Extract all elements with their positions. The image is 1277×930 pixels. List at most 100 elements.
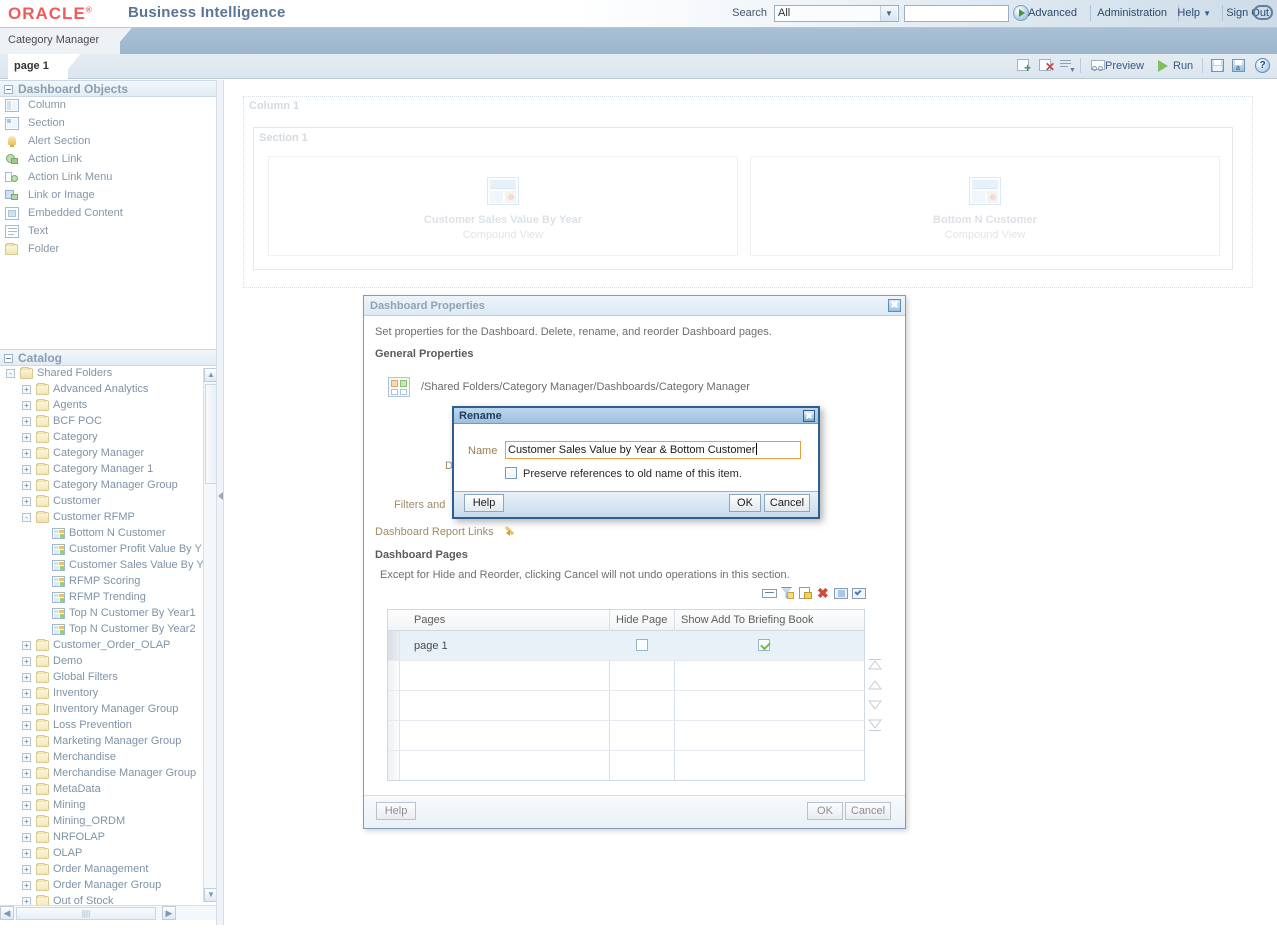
expand-icon[interactable]: + — [22, 385, 31, 394]
page-permissions-icon[interactable] — [798, 586, 813, 601]
help-button[interactable]: Help — [464, 494, 504, 512]
user-avatar-icon[interactable] — [1253, 5, 1273, 20]
name-input[interactable]: Customer Sales Value by Year & Bottom Cu… — [505, 441, 801, 459]
expand-icon[interactable]: + — [22, 497, 31, 506]
report-tile-bottom-n-customer[interactable]: Bottom N Customer Compound View — [750, 156, 1220, 256]
delete-page-icon[interactable]: ✖ — [816, 586, 831, 601]
catalog-folder-row[interactable]: +Advanced Analytics — [0, 382, 219, 398]
tools-menu-icon[interactable]: ▼ — [1058, 57, 1076, 74]
expand-icon[interactable]: + — [22, 817, 31, 826]
dashboard-object-alert-section[interactable]: Alert Section — [0, 133, 219, 151]
catalog-horizontal-scrollbar[interactable]: ◀ |||| ▶ — [0, 905, 218, 920]
expand-icon[interactable]: + — [22, 449, 31, 458]
dashboard-report-links-label[interactable]: Dashboard Report Links — [375, 526, 494, 538]
catalog-folder-row[interactable]: +Marketing Manager Group — [0, 734, 219, 750]
catalog-folder-row[interactable]: +Category Manager — [0, 446, 219, 462]
catalog-folder-row[interactable]: +Mining — [0, 798, 219, 814]
close-icon[interactable]: ✖ — [803, 410, 815, 422]
expand-icon[interactable]: + — [22, 417, 31, 426]
expand-icon[interactable]: + — [22, 673, 31, 682]
catalog-report-row[interactable]: RFMP Trending — [0, 590, 219, 606]
expand-icon[interactable]: + — [22, 865, 31, 874]
catalog-report-row[interactable]: Bottom N Customer — [0, 526, 219, 542]
move-up-icon[interactable] — [868, 679, 882, 692]
collapse-icon[interactable] — [4, 85, 13, 94]
dashboard-objects-header[interactable]: Dashboard Objects — [0, 80, 220, 97]
expand-icon[interactable]: + — [22, 753, 31, 762]
move-to-bottom-icon[interactable] — [868, 719, 882, 732]
catalog-report-row[interactable]: Customer Sales Value By Y — [0, 558, 219, 574]
catalog-folder-row[interactable]: +Merchandise — [0, 750, 219, 766]
help-icon[interactable]: ? — [1254, 57, 1272, 74]
page-report-links-icon[interactable] — [852, 586, 867, 601]
catalog-folder-row[interactable]: +OLAP — [0, 846, 219, 862]
scroll-left-button[interactable]: ◀ — [0, 906, 14, 920]
catalog-folder-row[interactable]: +Category Manager 1 — [0, 462, 219, 478]
catalog-folder-row[interactable]: +MetaData — [0, 782, 219, 798]
add-dashboard-page-icon[interactable]: + — [1016, 57, 1034, 74]
row-drag-handle[interactable] — [388, 751, 400, 780]
search-input[interactable] — [904, 5, 1009, 22]
ok-button[interactable]: OK — [729, 494, 761, 512]
expand-icon[interactable]: + — [22, 689, 31, 698]
table-row[interactable]: page 1 — [388, 631, 864, 661]
splitter-collapse-icon[interactable] — [218, 492, 223, 501]
catalog-report-row[interactable]: Customer Profit Value By Y — [0, 542, 219, 558]
dashboard-object-embedded-content[interactable]: Embedded Content — [0, 205, 219, 223]
move-to-top-icon[interactable] — [868, 659, 882, 672]
expand-icon[interactable]: + — [22, 721, 31, 730]
pencil-edit-icon[interactable] — [505, 524, 518, 537]
catalog-report-row[interactable]: Top N Customer By Year2 — [0, 622, 219, 638]
help-button[interactable]: Help — [376, 802, 416, 820]
dashboard-object-action-link[interactable]: Action Link — [0, 151, 219, 169]
chevron-down-icon[interactable]: ▼ — [880, 6, 897, 21]
collapse-icon[interactable]: - — [22, 513, 31, 522]
table-row[interactable] — [388, 751, 864, 781]
expand-icon[interactable]: + — [22, 849, 31, 858]
expand-icon[interactable]: + — [22, 641, 31, 650]
expand-icon[interactable]: + — [22, 401, 31, 410]
catalog-report-row[interactable]: Top N Customer By Year1 — [0, 606, 219, 622]
expand-icon[interactable]: + — [22, 769, 31, 778]
search-scope-select[interactable]: All ▼ — [774, 5, 899, 22]
table-row[interactable] — [388, 691, 864, 721]
row-drag-handle[interactable] — [388, 691, 400, 720]
table-row[interactable] — [388, 661, 864, 691]
scroll-right-button[interactable]: ▶ — [162, 906, 176, 920]
expand-icon[interactable]: + — [22, 801, 31, 810]
catalog-folder-row[interactable]: +Category Manager Group — [0, 478, 219, 494]
catalog-folder-row[interactable]: +Loss Prevention — [0, 718, 219, 734]
catalog-folder-row[interactable]: -Customer RFMP — [0, 510, 219, 526]
catalog-folder-row[interactable]: +Inventory — [0, 686, 219, 702]
catalog-folder-row[interactable]: +Merchandise Manager Group — [0, 766, 219, 782]
expand-icon[interactable]: + — [22, 785, 31, 794]
catalog-folder-row[interactable]: +Mining_ORDM — [0, 814, 219, 830]
expand-icon[interactable]: + — [22, 833, 31, 842]
catalog-folder-row[interactable]: +Order Manager Group — [0, 878, 219, 894]
catalog-folder-row[interactable]: +Demo — [0, 654, 219, 670]
catalog-folder-row[interactable]: +Agents — [0, 398, 219, 414]
scroll-thumb[interactable]: |||| — [16, 907, 156, 920]
panel-splitter[interactable] — [216, 80, 224, 925]
expand-icon[interactable]: + — [22, 657, 31, 666]
run-label[interactable]: Run — [1173, 60, 1193, 72]
table-row[interactable] — [388, 721, 864, 751]
expand-icon[interactable]: + — [22, 881, 31, 890]
catalog-folder-row[interactable]: +Customer_Order_OLAP — [0, 638, 219, 654]
cancel-button[interactable]: Cancel — [845, 802, 891, 820]
catalog-report-row[interactable]: RFMP Scoring — [0, 574, 219, 590]
add-to-briefing-book-icon[interactable] — [834, 586, 849, 601]
dashboard-object-text[interactable]: Text — [0, 223, 219, 241]
cancel-button[interactable]: Cancel — [764, 494, 810, 512]
advanced-link[interactable]: Advanced — [1028, 7, 1077, 19]
dashboard-object-action-link-menu[interactable]: Action Link Menu — [0, 169, 219, 187]
save-icon[interactable] — [1210, 57, 1228, 74]
dashboard-object-folder[interactable]: Folder — [0, 241, 219, 259]
delete-dashboard-page-icon[interactable]: ✕ — [1038, 57, 1056, 74]
run-icon[interactable] — [1155, 57, 1173, 74]
collapse-icon[interactable]: - — [6, 369, 15, 378]
catalog-header[interactable]: Catalog — [0, 349, 220, 366]
row-drag-handle[interactable] — [388, 631, 400, 660]
save-as-icon[interactable]: a — [1231, 57, 1249, 74]
expand-icon[interactable]: + — [22, 737, 31, 746]
